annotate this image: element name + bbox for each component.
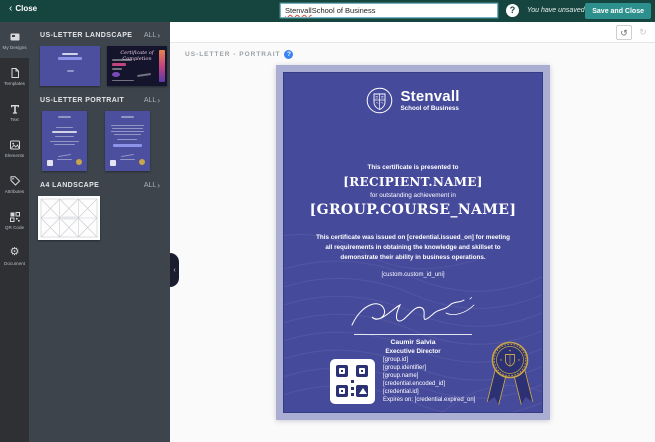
canvas-toolbar: ↺ ↻ bbox=[170, 22, 655, 43]
chevron-left-icon: ‹ bbox=[9, 2, 13, 14]
design-editor: ‹ Close Stenvall School of Business ? Yo… bbox=[0, 0, 655, 442]
presented-line[interactable]: This certificate is presented to bbox=[284, 164, 542, 171]
sidebar-item-document[interactable]: ⚙ Document bbox=[0, 238, 29, 274]
topbar: ‹ Close Stenvall School of Business ? Yo… bbox=[0, 0, 655, 22]
attributes-icon bbox=[9, 175, 21, 187]
stenvall-crest-logo bbox=[367, 87, 393, 114]
sidebar-item-label: Document bbox=[4, 260, 25, 266]
section-header-us-letter-portrait: US-LETTER PORTRAIT ALL › bbox=[29, 96, 170, 105]
sidebar-item-attributes[interactable]: Attributes bbox=[0, 166, 29, 202]
page-size-label: US-LETTER - PORTRAIT ? bbox=[185, 50, 294, 59]
sidebar: My Designs Templates Text Elements Attri… bbox=[0, 22, 29, 442]
meta-line: [group.identifier] bbox=[383, 365, 427, 371]
sidebar-item-label: My Designs bbox=[2, 44, 27, 50]
design-thumbnail[interactable] bbox=[38, 196, 100, 240]
design-thumbnail[interactable] bbox=[105, 111, 150, 171]
close-label: Close bbox=[15, 4, 38, 13]
custom-id-placeholder[interactable]: [custom.custom_id_uni] bbox=[284, 272, 542, 278]
chevron-right-icon: › bbox=[157, 96, 160, 105]
certificate-canvas[interactable]: Stenvall School of Business This certifi… bbox=[276, 65, 550, 420]
certificate-body-text[interactable]: This certificate was issued on [credenti… bbox=[314, 233, 512, 262]
section-title: US-LETTER LANDSCAPE bbox=[40, 32, 133, 39]
design-thumbnail[interactable] bbox=[42, 111, 87, 171]
sidebar-item-qr-code[interactable]: QR Code bbox=[0, 202, 29, 238]
sidebar-item-label: QR Code bbox=[4, 224, 25, 230]
meta-line: [credential.id] bbox=[383, 389, 419, 395]
section-title: A4 LANDSCAPE bbox=[40, 182, 100, 189]
qr-code-placeholder[interactable] bbox=[330, 359, 375, 404]
sidebar-item-templates[interactable]: Templates bbox=[0, 58, 29, 94]
chevron-right-icon: › bbox=[157, 181, 160, 190]
undo-button[interactable]: ↺ bbox=[616, 25, 632, 40]
meta-line: [credential.encoded_id] bbox=[383, 381, 446, 387]
section-header-a4-landscape: A4 LANDSCAPE ALL › bbox=[29, 181, 170, 190]
design-title-input[interactable]: Stenvall School of Business bbox=[280, 3, 498, 18]
achievement-line[interactable]: for outstanding achievement in bbox=[284, 192, 542, 199]
certificate-body: Stenvall School of Business This certifi… bbox=[283, 72, 543, 413]
meta-line: [group.name] bbox=[383, 373, 419, 379]
title-misspelled-word: Stenvall bbox=[285, 6, 312, 15]
templates-icon bbox=[9, 67, 21, 79]
meta-line: Expires on: [credential.expired_on] bbox=[383, 397, 476, 403]
redo-button[interactable]: ↻ bbox=[635, 25, 651, 40]
thumbnail-row bbox=[31, 111, 170, 171]
recipient-name-placeholder[interactable]: [RECIPIENT.NAME] bbox=[284, 175, 542, 189]
designs-panel: US-LETTER LANDSCAPE ALL › Certificate of … bbox=[29, 22, 170, 442]
meta-line: [group.id] bbox=[383, 357, 409, 363]
section-all-link[interactable]: ALL › bbox=[144, 181, 160, 190]
chevron-left-icon: ‹ bbox=[173, 266, 176, 274]
credential-meta-block[interactable]: [group.id] [group.identifier] [group.nam… bbox=[383, 356, 475, 404]
brand-subtitle: School of Business bbox=[400, 105, 459, 112]
signature-line bbox=[354, 334, 472, 335]
title-rest: School of Business bbox=[311, 6, 376, 15]
section-all-link[interactable]: ALL › bbox=[144, 31, 160, 40]
sidebar-item-label: Attributes bbox=[4, 188, 25, 194]
award-ribbon-seal[interactable] bbox=[490, 341, 530, 407]
sidebar-item-elements[interactable]: Elements bbox=[0, 130, 29, 166]
signature-flourish[interactable] bbox=[346, 291, 482, 335]
sidebar-item-label: Text bbox=[10, 116, 19, 122]
qrcode-icon bbox=[9, 211, 21, 223]
section-title: US-LETTER PORTRAIT bbox=[40, 97, 125, 104]
close-button[interactable]: ‹ Close bbox=[9, 2, 38, 14]
design-thumbnail[interactable]: Certificate of Completion bbox=[107, 46, 167, 86]
sidebar-item-label: Templates bbox=[4, 80, 25, 86]
chevron-right-icon: › bbox=[157, 31, 160, 40]
elements-icon bbox=[9, 139, 21, 151]
text-icon bbox=[9, 103, 21, 115]
brand-name: Stenvall bbox=[400, 88, 460, 105]
design-thumbnail[interactable] bbox=[40, 46, 100, 86]
gear-icon: ⚙ bbox=[9, 246, 20, 258]
designs-icon bbox=[9, 31, 21, 43]
course-name-placeholder[interactable]: [GROUP.COURSE_NAME] bbox=[284, 202, 542, 218]
panel-collapse-handle[interactable]: ‹ bbox=[170, 253, 179, 287]
sidebar-item-my-designs[interactable]: My Designs bbox=[0, 22, 29, 58]
gold-seal-icon bbox=[491, 341, 529, 379]
thumbnail-row bbox=[27, 196, 170, 240]
info-icon[interactable]: ? bbox=[284, 50, 294, 59]
section-header-us-letter-landscape: US-LETTER LANDSCAPE ALL › bbox=[29, 31, 170, 40]
sidebar-item-text[interactable]: Text bbox=[0, 94, 29, 130]
save-and-close-button[interactable]: Save and Close bbox=[585, 3, 651, 19]
canvas-area: ↺ ↻ US-LETTER - PORTRAIT ? Stenvall Scho… bbox=[170, 22, 655, 442]
brand-block[interactable]: Stenvall School of Business bbox=[284, 87, 542, 114]
help-icon[interactable]: ? bbox=[506, 4, 519, 17]
section-all-link[interactable]: ALL › bbox=[144, 96, 160, 105]
sidebar-item-label: Elements bbox=[4, 152, 25, 158]
thumbnail-row: Certificate of Completion bbox=[29, 46, 170, 86]
